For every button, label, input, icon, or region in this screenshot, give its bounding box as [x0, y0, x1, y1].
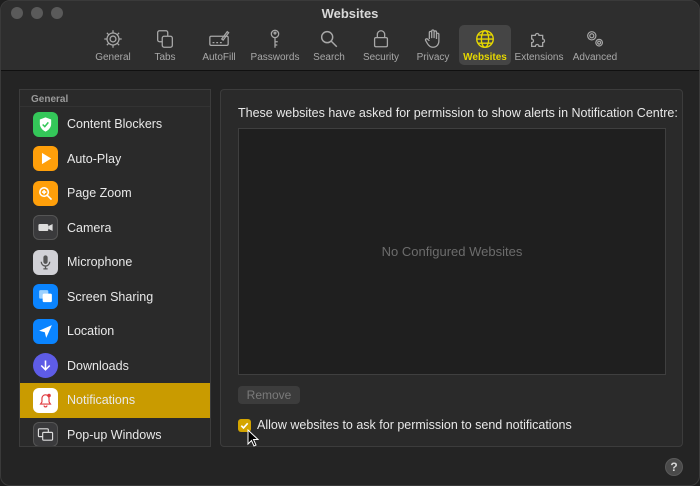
title-bar: Websites General Tabs AutoFill Passwords…: [1, 1, 699, 71]
hand-icon: [424, 29, 440, 48]
location-arrow-icon: [39, 324, 52, 338]
sidebar-item-camera[interactable]: Camera: [20, 211, 210, 246]
sidebar-item-label: Content Blockers: [67, 117, 163, 132]
sidebar-item-microphone[interactable]: Microphone: [20, 245, 210, 280]
panel-description: These websites have asked for permission…: [238, 106, 678, 120]
globe-icon: [476, 30, 494, 48]
preferences-toolbar: General Tabs AutoFill Passwords Search S…: [87, 25, 623, 65]
download-icon: [40, 360, 51, 372]
tab-extensions[interactable]: Extensions: [511, 25, 567, 65]
sidebar-item-content-blockers[interactable]: Content Blockers: [20, 107, 210, 142]
tab-general[interactable]: General: [87, 25, 139, 65]
tab-privacy[interactable]: Privacy: [407, 25, 459, 65]
sidebar-item-label: Screen Sharing: [67, 289, 154, 304]
mouse-pointer-icon: [247, 429, 259, 447]
gear-icon: [104, 30, 122, 48]
sidebar-item-notifications[interactable]: Notifications: [20, 383, 210, 418]
sidebar-item-label: Camera: [67, 220, 112, 235]
sidebar-item-location[interactable]: Location: [20, 314, 210, 349]
sidebar-item-screen-sharing[interactable]: Screen Sharing: [20, 280, 210, 315]
zoom-icon: [39, 186, 53, 200]
tabs-icon: [157, 30, 173, 48]
tab-advanced[interactable]: Advanced: [567, 25, 623, 65]
shield-icon: [39, 117, 52, 132]
tab-search[interactable]: Search: [303, 25, 355, 65]
sidebar-item-label: Pop-up Windows: [67, 427, 162, 442]
sidebar-item-auto-play[interactable]: Auto-Play: [20, 142, 210, 177]
allow-notifications-option[interactable]: Allow websites to ask for permission to …: [238, 418, 572, 432]
tab-security[interactable]: Security: [355, 25, 407, 65]
tab-websites[interactable]: Websites: [459, 25, 511, 65]
remove-button[interactable]: Remove: [238, 386, 300, 404]
sidebar-item-downloads[interactable]: Downloads: [20, 349, 210, 384]
tab-tabs[interactable]: Tabs: [139, 25, 191, 65]
sidebar-item-label: Page Zoom: [67, 186, 132, 201]
sidebar-item-label: Microphone: [67, 255, 133, 270]
screen-sharing-icon: [39, 290, 52, 303]
popup-windows-icon: [37, 428, 54, 441]
microphone-icon: [40, 255, 51, 270]
preferences-window: Websites General Tabs AutoFill Passwords…: [0, 0, 700, 486]
magnifier-icon: [320, 30, 338, 48]
sidebar-item-page-zoom[interactable]: Page Zoom: [20, 176, 210, 211]
play-icon: [41, 153, 52, 165]
configured-websites-list[interactable]: No Configured Websites: [238, 128, 666, 375]
help-button[interactable]: ?: [665, 458, 683, 476]
tab-passwords[interactable]: Passwords: [247, 25, 303, 65]
sidebar-section-header: General: [20, 90, 210, 107]
sidebar-item-label: Auto-Play: [67, 151, 122, 166]
bell-icon: [39, 393, 52, 408]
autofill-icon: [209, 30, 230, 47]
websites-sidebar: General Content Blockers Auto-Play Page …: [19, 89, 211, 447]
sidebar-item-label: Notifications: [67, 393, 136, 408]
puzzle-icon: [531, 32, 546, 47]
key-icon: [270, 29, 280, 48]
window-title: Websites: [321, 6, 379, 21]
gears-icon: [587, 31, 604, 47]
lock-icon: [373, 30, 389, 48]
sidebar-item-popup-windows[interactable]: Pop-up Windows: [20, 418, 210, 446]
sidebar-item-label: Downloads: [67, 358, 129, 373]
allow-notifications-label: Allow websites to ask for permission to …: [257, 418, 572, 432]
tab-autofill[interactable]: AutoFill: [191, 25, 247, 65]
empty-list-message: No Configured Websites: [381, 244, 523, 259]
camera-icon: [38, 224, 53, 232]
sidebar-item-label: Location: [67, 324, 115, 339]
notifications-panel: These websites have asked for permission…: [220, 89, 683, 447]
